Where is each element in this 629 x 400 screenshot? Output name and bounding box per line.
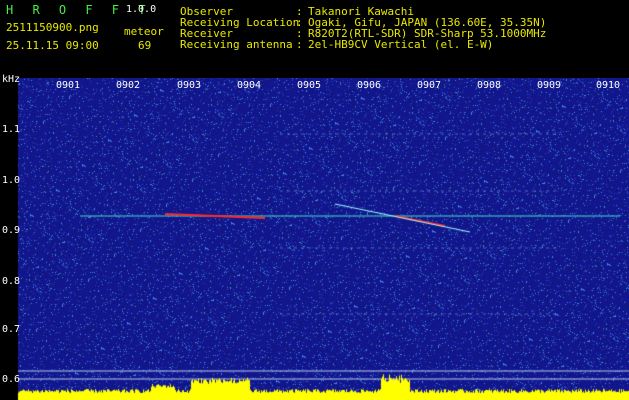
x-tick-label: 0904 [237,80,262,91]
info-value-antenna: 2el-HB9CV Vertical (el. E-W) [308,38,494,51]
x-tick-label: 0905 [297,80,322,91]
x-tick-label: 0910 [596,80,621,91]
x-tick-label: 0901 [56,80,81,91]
x-tick-label: 0909 [537,80,562,91]
counter-value: 69 [138,39,152,52]
file-name: 2511150900.png [6,21,99,34]
y-tick-label: 0.6 [2,374,21,385]
info-key-antenna: Receiving antenna [180,38,293,51]
app-version: 1.0.0 [126,4,157,15]
counter-label: meteor [124,25,164,38]
spectrogram [0,78,629,400]
y-tick-label: 1.1 [2,124,21,135]
file-datetime: 25.11.15 09:00 [6,39,99,52]
x-tick-label: 0906 [357,80,382,91]
x-tick-label: 0903 [177,80,202,91]
info-sep-antenna: : [296,38,303,51]
y-axis-unit: kHz [2,74,21,85]
x-tick-label: 0908 [477,80,502,91]
y-tick-label: 0.9 [2,225,21,236]
y-tick-label: 0.7 [2,324,21,335]
y-tick-label: 0.8 [2,276,21,287]
x-tick-label: 0907 [417,80,442,91]
x-tick-label: 0902 [116,80,141,91]
header-panel: H R O F F T 1.0.0 2511150900.png meteor … [0,0,629,78]
y-tick-label: 1.0 [2,175,21,186]
